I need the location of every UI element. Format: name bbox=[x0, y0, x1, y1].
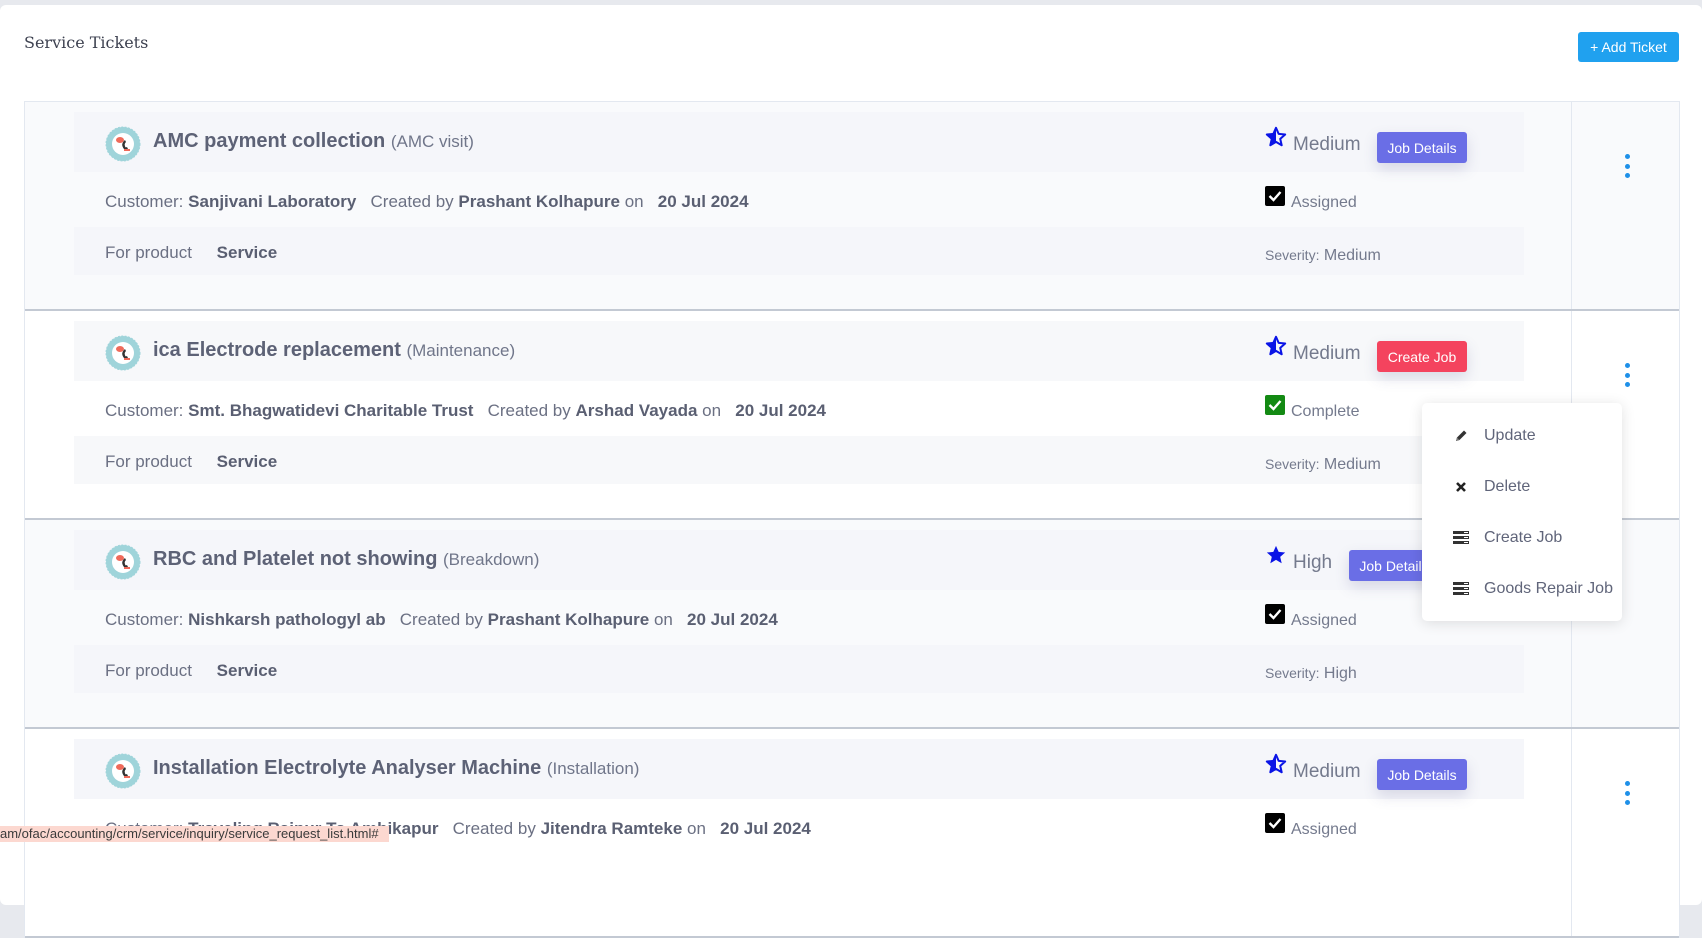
ticket-type: (Breakdown) bbox=[443, 550, 540, 569]
ticket-actions-menu: Update Delete Create Job Goods Repair Jo… bbox=[1422, 403, 1622, 621]
ticket-title[interactable]: Installation Electrolyte Analyser Machin… bbox=[153, 757, 541, 779]
ticket-customer: Nishkarsh pathologyl ab bbox=[188, 610, 386, 629]
ticket-avatar-icon bbox=[105, 544, 141, 580]
ticket-date: 20 Jul 2024 bbox=[720, 819, 811, 838]
ticket-priority: High bbox=[1265, 544, 1332, 574]
ticket-created-by: Arshad Vayada bbox=[575, 401, 698, 420]
ticket-created-by: Prashant Kolhapure bbox=[458, 192, 620, 211]
ticket-type: (AMC visit) bbox=[390, 132, 474, 151]
ticket-severity: Severity: Medium bbox=[1265, 456, 1381, 473]
more-options-icon[interactable] bbox=[1624, 154, 1630, 178]
create-job-button[interactable]: Create Job bbox=[1377, 341, 1467, 372]
tasks-icon bbox=[1452, 581, 1470, 597]
ticket-type: (Maintenance) bbox=[406, 341, 516, 360]
ticket-severity: Severity: Medium bbox=[1265, 247, 1381, 264]
job-details-button[interactable]: Job Details bbox=[1377, 132, 1467, 163]
status-bar-url: am/ofac/accounting/crm/service/inquiry/s… bbox=[0, 826, 389, 842]
more-options-icon[interactable] bbox=[1624, 363, 1630, 387]
checkbox-checked-icon bbox=[1265, 604, 1285, 624]
checkbox-checked-icon bbox=[1265, 813, 1285, 833]
ticket-title[interactable]: RBC and Platelet not showing bbox=[153, 548, 437, 570]
more-options-icon[interactable] bbox=[1624, 781, 1630, 805]
ticket-date: 20 Jul 2024 bbox=[687, 610, 778, 629]
add-ticket-button[interactable]: + Add Ticket bbox=[1578, 32, 1679, 62]
ticket-created-by: Prashant Kolhapure bbox=[487, 610, 650, 629]
ticket-customer: Smt. Bhagwatidevi Charitable Trust bbox=[188, 401, 474, 420]
ticket-date: 20 Jul 2024 bbox=[735, 401, 826, 420]
checkbox-checked-icon bbox=[1265, 395, 1285, 415]
pencil-icon bbox=[1452, 428, 1470, 444]
ticket-title[interactable]: ica Electrode replacement bbox=[153, 339, 401, 361]
ticket-row: AMC payment collection (AMC visit) Custo… bbox=[25, 102, 1679, 311]
ticket-product: Service bbox=[216, 452, 278, 471]
ticket-avatar-icon bbox=[105, 753, 141, 789]
ticket-product: Service bbox=[216, 661, 278, 680]
star-half-icon bbox=[1265, 335, 1287, 357]
ticket-product: Service bbox=[216, 243, 278, 262]
star-half-icon bbox=[1265, 126, 1287, 148]
ticket-title[interactable]: AMC payment collection bbox=[153, 130, 385, 152]
ticket-status: Complete bbox=[1265, 395, 1359, 421]
ticket-priority: Medium bbox=[1265, 335, 1361, 365]
menu-item-delete[interactable]: Delete bbox=[1452, 478, 1530, 496]
ticket-type: (Installation) bbox=[546, 759, 640, 778]
checkbox-checked-icon bbox=[1265, 186, 1285, 206]
close-icon bbox=[1452, 479, 1470, 495]
menu-item-update[interactable]: Update bbox=[1452, 427, 1536, 445]
tasks-icon bbox=[1452, 530, 1470, 546]
star-full-icon bbox=[1265, 544, 1287, 566]
ticket-severity: Severity: High bbox=[1265, 665, 1357, 682]
ticket-avatar-icon bbox=[105, 126, 141, 162]
ticket-status: Assigned bbox=[1265, 604, 1357, 630]
job-details-button[interactable]: Job Details bbox=[1377, 759, 1467, 790]
ticket-customer: Sanjivani Laboratory bbox=[188, 192, 357, 211]
ticket-priority: Medium bbox=[1265, 126, 1361, 156]
ticket-avatar-icon bbox=[105, 335, 141, 371]
menu-item-create-job[interactable]: Create Job bbox=[1452, 529, 1562, 547]
page-title: Service Tickets bbox=[24, 33, 149, 52]
ticket-status: Assigned bbox=[1265, 813, 1357, 839]
ticket-date: 20 Jul 2024 bbox=[657, 192, 749, 211]
menu-item-goods-repair-job[interactable]: Goods Repair Job bbox=[1452, 580, 1613, 598]
ticket-status: Assigned bbox=[1265, 186, 1357, 212]
star-half-icon bbox=[1265, 753, 1287, 775]
ticket-created-by: Jitendra Ramteke bbox=[540, 819, 683, 838]
ticket-priority: Medium bbox=[1265, 753, 1361, 783]
